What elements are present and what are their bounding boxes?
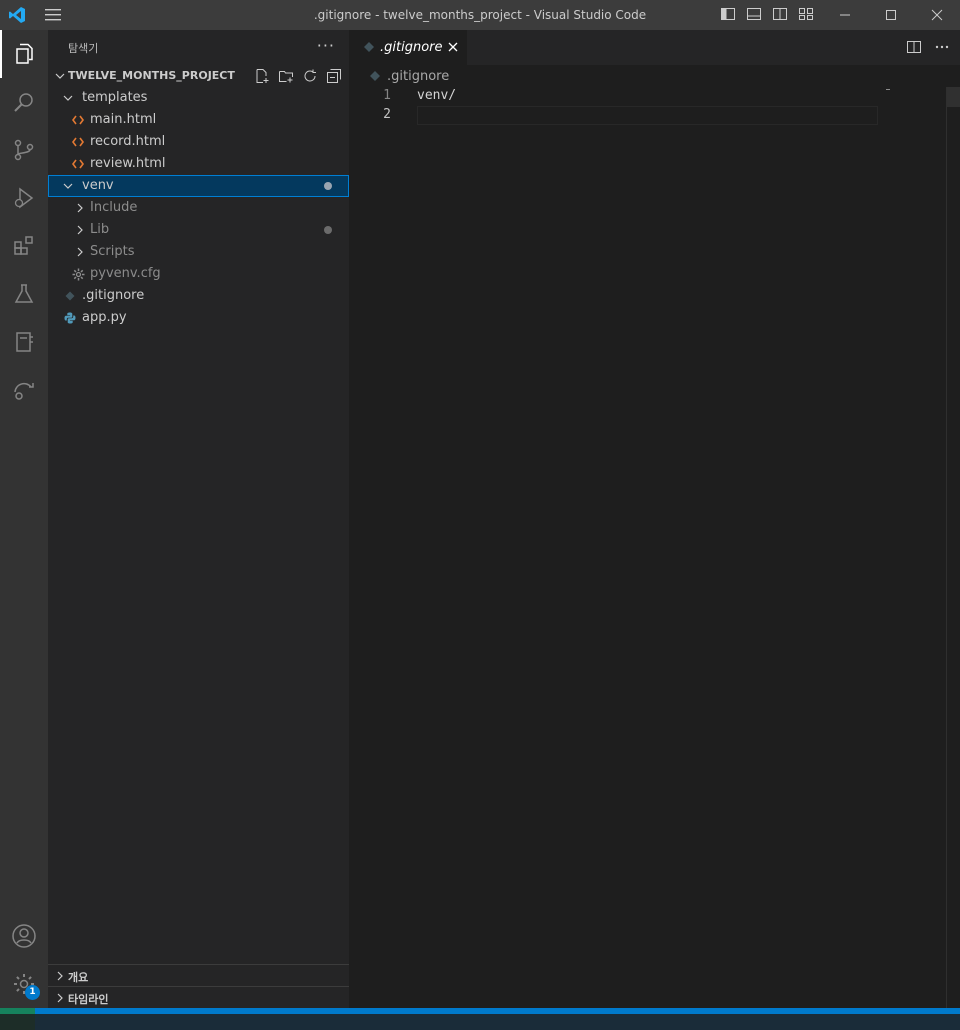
notebook-icon[interactable] [0, 318, 48, 366]
tree-item-label: pyvenv.cfg [90, 266, 161, 281]
collapse-all-icon[interactable] [326, 68, 342, 84]
project-name: TWELVE_MONTHS_PROJECT [68, 69, 235, 82]
title-bar: .gitignore - twelve_months_project - Vis… [0, 0, 960, 30]
tree-item-label: Scripts [90, 244, 135, 259]
more-actions-icon[interactable] [934, 39, 950, 55]
more-actions-button[interactable]: ··· [317, 36, 335, 55]
chevron-right-icon [57, 971, 63, 981]
status-bar [0, 1008, 960, 1030]
tree-item-review-html[interactable]: review.html [48, 153, 349, 175]
tree-item-scripts[interactable]: Scripts [48, 241, 349, 263]
tab-bar: .gitignore [349, 30, 960, 65]
editor-area: .gitignore .gitignore 1 venv/ 2 [349, 30, 960, 1008]
html-file-icon [70, 134, 86, 150]
tree-item-venv[interactable]: venv [48, 175, 349, 197]
tab-gitignore[interactable]: .gitignore [349, 30, 467, 65]
close-icon[interactable] [445, 39, 461, 55]
tree-item-label: main.html [90, 112, 157, 127]
new-folder-icon[interactable] [278, 68, 294, 84]
vertical-scrollbar[interactable] [946, 87, 960, 1008]
tree-item-include[interactable]: Include [48, 197, 349, 219]
minimize-button[interactable] [822, 0, 868, 30]
menu-icon[interactable] [44, 8, 62, 22]
sidebar-title: 탐색기 [68, 42, 99, 55]
tree-item-main-html[interactable]: main.html [48, 109, 349, 131]
toggle-panel-icon[interactable] [746, 6, 762, 22]
search-icon[interactable] [0, 78, 48, 126]
tree-item-pyvenv-cfg[interactable]: pyvenv.cfg [48, 263, 349, 285]
python-file-icon [62, 310, 78, 326]
status-bar-occlusion [0, 1014, 960, 1030]
git-file-icon [370, 71, 380, 81]
chevron-right-icon [77, 247, 83, 257]
extensions-icon[interactable] [0, 222, 48, 270]
activity-bar: 1 [0, 30, 48, 1008]
tree-item-label: app.py [82, 310, 127, 325]
code-line: 1 venv/ [349, 87, 960, 106]
remote-explorer-icon[interactable] [0, 366, 48, 414]
tree-item-label: review.html [90, 156, 166, 171]
tree-item-label: .gitignore [82, 288, 145, 303]
tree-item-lib[interactable]: Lib [48, 219, 349, 241]
code-line: 2 [349, 106, 960, 125]
breadcrumb: .gitignore [349, 65, 960, 87]
explorer-sidebar: 탐색기 ··· TWELVE_MONTHS_PROJECT templates … [48, 30, 349, 1008]
outline-section[interactable]: 개요 [48, 964, 349, 986]
accounts-icon[interactable] [0, 912, 48, 960]
html-file-icon [70, 156, 86, 172]
maximize-button[interactable] [868, 0, 914, 30]
vscode-logo-icon [9, 7, 25, 23]
gear-icon[interactable]: 1 [0, 960, 48, 1008]
html-file-icon [70, 112, 86, 128]
line-number: 1 [383, 88, 391, 103]
line-text: venv/ [417, 88, 457, 103]
refresh-icon[interactable] [302, 68, 318, 84]
chevron-down-icon [63, 95, 73, 101]
chevron-right-icon [57, 993, 63, 1003]
source-control-icon[interactable] [0, 126, 48, 174]
tree-item-label: Include [90, 200, 138, 215]
project-root[interactable]: TWELVE_MONTHS_PROJECT [48, 65, 349, 87]
chevron-right-icon [77, 203, 83, 213]
section-label: 타임라인 [68, 993, 109, 1006]
window-title: .gitignore - twelve_months_project - Vis… [313, 8, 647, 22]
tree-item-app-py[interactable]: app.py [48, 307, 349, 329]
tree-item-label: record.html [90, 134, 166, 149]
toggle-sidebar-icon[interactable] [720, 6, 736, 22]
customize-layout-icon[interactable] [798, 6, 814, 22]
new-file-icon[interactable] [254, 68, 270, 84]
chevron-right-icon [77, 225, 83, 235]
current-line-highlight [417, 106, 878, 125]
run-debug-icon[interactable] [0, 174, 48, 222]
tree-item-record-html[interactable]: record.html [48, 131, 349, 153]
tree-item-label: Lib [90, 222, 110, 237]
sidebar-header: 탐색기 ··· [48, 30, 349, 65]
git-file-icon [62, 288, 78, 304]
modified-dot [324, 226, 332, 234]
tree-item-label: venv [82, 178, 114, 193]
line-number: 2 [383, 107, 391, 122]
section-label: 개요 [68, 971, 89, 984]
toggle-secondary-sidebar-icon[interactable] [772, 6, 788, 22]
scrollbar-thumb[interactable] [947, 87, 960, 107]
settings-file-icon [70, 266, 86, 282]
manage-badge: 1 [25, 985, 40, 1000]
testing-icon[interactable] [0, 270, 48, 318]
tree-item-label: templates [82, 90, 148, 105]
chevron-down-icon [63, 183, 73, 189]
tree-item-templates[interactable]: templates [48, 87, 349, 109]
tab-label: .gitignore [380, 40, 443, 55]
explorer-icon[interactable] [0, 30, 48, 78]
minimap[interactable] [886, 89, 890, 90]
timeline-section[interactable]: 타임라인 [48, 986, 349, 1008]
chevron-down-icon [55, 73, 65, 79]
breadcrumb-item[interactable]: .gitignore [387, 69, 449, 84]
git-file-icon [364, 42, 374, 52]
close-window-button[interactable] [914, 0, 960, 30]
tree-item-gitignore[interactable]: .gitignore [48, 285, 349, 307]
modified-dot [324, 182, 332, 190]
split-editor-icon[interactable] [906, 39, 922, 55]
